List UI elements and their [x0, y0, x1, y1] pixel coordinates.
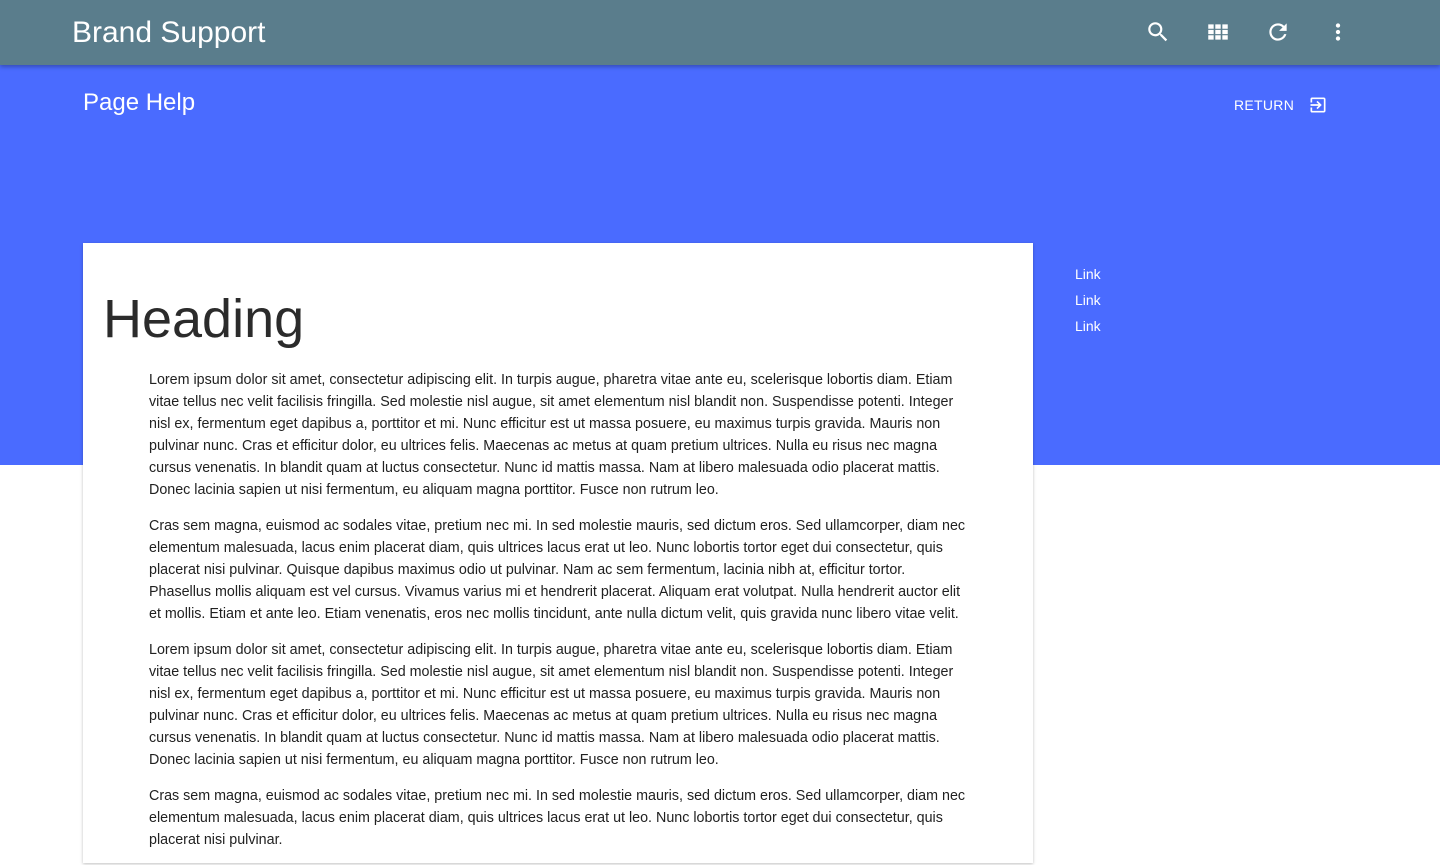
exit-to-app-icon	[1310, 97, 1326, 113]
refresh-icon	[1269, 23, 1287, 41]
content-paragraph: Lorem ipsum dolor sit amet, consectetur …	[149, 642, 954, 768]
app-title: Brand Support	[72, 16, 266, 49]
side-navigation: Link Link Link	[1075, 261, 1101, 339]
search-button[interactable]	[1143, 17, 1173, 47]
apps-icon	[1208, 24, 1228, 40]
app-bar: Brand Support	[0, 0, 1440, 65]
search-icon	[1148, 22, 1168, 42]
content-paragraph: Cras sem magna, euismod ac sodales vitae…	[149, 518, 966, 622]
more-vert-icon	[1335, 23, 1341, 41]
more-options-button[interactable]	[1323, 17, 1353, 47]
content-card: Heading Lorem ipsum dolor sit amet, cons…	[83, 243, 1033, 863]
return-label: RETURN	[1234, 97, 1295, 113]
side-link-1[interactable]: Link	[1075, 261, 1101, 287]
content-body: Lorem ipsum dolor sit amet, consectetur …	[149, 369, 969, 865]
refresh-button[interactable]	[1263, 17, 1293, 47]
content-paragraph: Cras sem magna, euismod ac sodales vitae…	[149, 788, 966, 848]
content-heading: Heading	[103, 289, 305, 349]
page-title: Page Help	[83, 89, 196, 116]
apps-button[interactable]	[1203, 17, 1233, 47]
side-link-2[interactable]: Link	[1075, 287, 1101, 313]
content-paragraph: Lorem ipsum dolor sit amet, consectetur …	[149, 372, 954, 498]
return-button[interactable]: RETURN	[1234, 92, 1328, 118]
side-link-3[interactable]: Link	[1075, 313, 1101, 339]
